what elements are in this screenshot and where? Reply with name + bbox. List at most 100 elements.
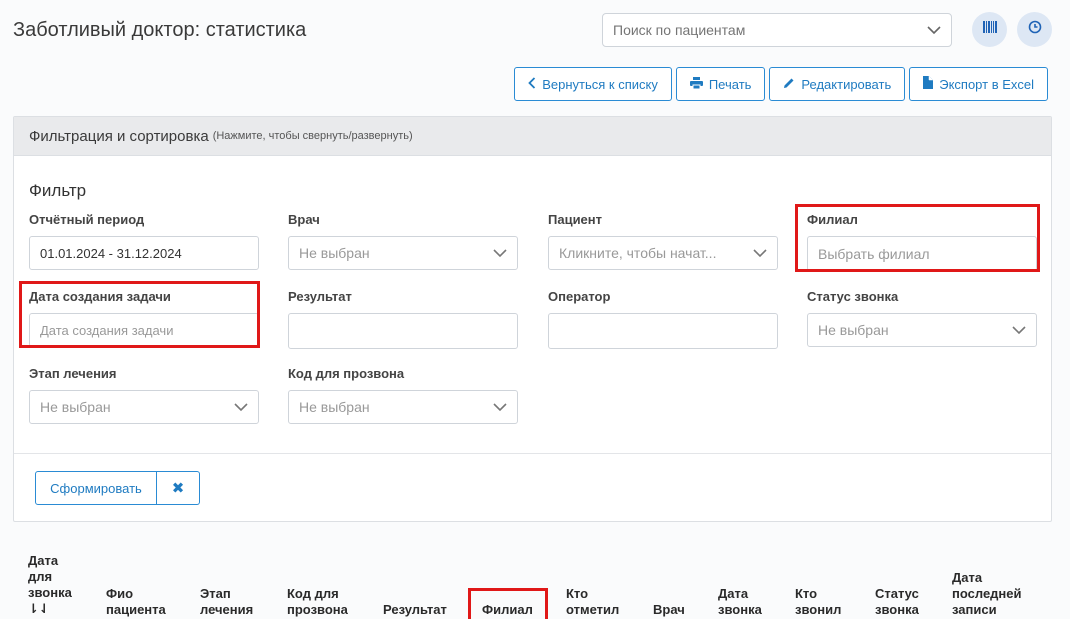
print-label: Печать [708, 76, 752, 92]
generate-button[interactable]: Сформировать [35, 471, 157, 505]
history-button[interactable] [1017, 12, 1052, 47]
col-call-status[interactable]: Статус звонка [875, 586, 919, 618]
stage-field: Этап лечения Не выбран [29, 366, 259, 424]
chevron-down-icon [1012, 322, 1026, 338]
col-patient-line: Фио [106, 586, 134, 601]
call-code-select[interactable]: Не выбран [288, 390, 518, 424]
doctor-value: Не выбран [299, 245, 370, 261]
col-doctor-line: Врач [653, 602, 685, 617]
call-status-select[interactable]: Не выбран [807, 313, 1037, 347]
filter-panel-header[interactable]: Фильтрация и сортировка (Нажмите, чтобы … [14, 117, 1051, 156]
back-to-list-button[interactable]: Вернуться к списку [514, 67, 672, 101]
filter-heading: Фильтр [29, 181, 87, 200]
col-date-called[interactable]: Дата звонка [718, 586, 762, 618]
clock-icon [1028, 20, 1042, 39]
chevron-left-icon [528, 76, 536, 92]
call-status-label: Статус звонка [807, 289, 899, 304]
close-icon: ✖ [171, 480, 185, 497]
highlight-branch [795, 204, 1040, 272]
col-last-record[interactable]: Дата последней записи [952, 570, 1022, 618]
patient-placeholder: Кликните, чтобы начат... [559, 245, 717, 261]
page: Заботливый доктор: статистика Вернуться … [0, 0, 1070, 619]
col-call-code-line: прозвона [287, 602, 348, 617]
patient-select[interactable]: Кликните, чтобы начат... [548, 236, 778, 270]
col-branch[interactable]: Филиал [482, 602, 533, 618]
clear-filter-button[interactable]: ✖ [157, 471, 200, 505]
doctor-select[interactable]: Не выбран [288, 236, 518, 270]
patient-label: Пациент [548, 212, 603, 227]
barcode-button[interactable] [972, 12, 1007, 47]
col-last-record-line: записи [952, 602, 997, 617]
highlight-task-date [19, 281, 260, 348]
operator-field: Оператор [548, 289, 778, 349]
col-result-line: Результат [383, 602, 447, 617]
back-to-list-label: Вернуться к списку [542, 76, 658, 92]
col-call-code-line: Код для [287, 586, 339, 601]
patient-search[interactable] [602, 13, 952, 47]
col-call-date-line: звонка [28, 585, 72, 600]
divider [14, 453, 1051, 454]
chevron-down-icon [493, 245, 507, 261]
call-status-field: Статус звонка Не выбран [807, 289, 1037, 347]
result-field: Результат [288, 289, 518, 349]
col-doctor[interactable]: Врач [653, 602, 685, 618]
action-toolbar: Вернуться к списку Печать Редактировать … [514, 67, 1048, 101]
result-input[interactable] [288, 313, 518, 349]
period-input[interactable]: 01.01.2024 - 31.12.2024 [29, 236, 259, 270]
patient-field: Пациент Кликните, чтобы начат... [548, 212, 778, 270]
pencil-icon [783, 77, 795, 92]
col-marked-by[interactable]: Кто отметил [566, 586, 619, 618]
edit-label: Редактировать [801, 76, 892, 92]
period-label: Отчётный период [29, 212, 145, 227]
col-result[interactable]: Результат [383, 602, 447, 618]
doctor-label: Врач [288, 212, 320, 227]
export-excel-label: Экспорт в Excel [939, 76, 1034, 92]
col-patient-line: пациента [106, 602, 166, 617]
filter-panel-title: Фильтрация и сортировка [29, 127, 209, 145]
patient-search-input[interactable] [613, 22, 903, 38]
col-called-by[interactable]: Кто звонил [795, 586, 841, 618]
printer-icon [689, 76, 703, 92]
doctor-field: Врач Не выбран [288, 212, 518, 270]
chevron-down-icon [753, 245, 767, 261]
period-value: 01.01.2024 - 31.12.2024 [40, 245, 182, 261]
col-call-code[interactable]: Код для прозвона [287, 586, 348, 618]
col-called-by-line: звонил [795, 602, 842, 617]
edit-button[interactable]: Редактировать [769, 67, 906, 101]
chevron-down-icon [234, 399, 248, 415]
print-button[interactable]: Печать [675, 67, 766, 101]
stage-value: Не выбран [40, 399, 111, 415]
filter-panel-hint: (Нажмите, чтобы свернуть/развернуть) [212, 130, 413, 142]
filter-buttons: Сформировать ✖ [35, 471, 200, 505]
col-call-date-line: Дата [28, 553, 59, 568]
call-code-field: Код для прозвона Не выбран [288, 366, 518, 424]
col-marked-by-line: отметил [566, 602, 620, 617]
call-code-value: Не выбран [299, 399, 370, 415]
col-stage[interactable]: Этап лечения [200, 586, 253, 618]
period-field: Отчётный период 01.01.2024 - 31.12.2024 [29, 212, 259, 270]
chevron-down-icon [927, 22, 941, 38]
col-call-status-line: звонка [875, 602, 919, 617]
stage-select[interactable]: Не выбран [29, 390, 259, 424]
call-code-label: Код для прозвона [288, 366, 405, 381]
export-excel-button[interactable]: Экспорт в Excel [909, 67, 1048, 101]
col-call-date[interactable]: Дата для звонка ⇂⇃ [28, 553, 72, 617]
col-call-date-line: для [28, 569, 53, 584]
file-icon [923, 76, 934, 92]
col-marked-by-line: Кто [566, 586, 589, 601]
col-branch-line: Филиал [482, 602, 533, 617]
barcode-icon [982, 20, 997, 39]
col-patient[interactable]: Фио пациента [106, 586, 166, 618]
col-called-by-line: Кто [795, 586, 818, 601]
result-label: Результат [288, 289, 352, 304]
operator-label: Оператор [548, 289, 611, 304]
col-call-status-line: Статус [875, 586, 919, 601]
sort-icon[interactable]: ⇂⇃ [28, 601, 72, 617]
chevron-down-icon [493, 399, 507, 415]
call-status-value: Не выбран [818, 322, 889, 338]
col-stage-line: лечения [200, 602, 254, 617]
operator-input[interactable] [548, 313, 778, 349]
col-date-called-line: Дата [718, 586, 749, 601]
col-last-record-line: Дата [952, 570, 983, 585]
stage-label: Этап лечения [29, 366, 117, 381]
